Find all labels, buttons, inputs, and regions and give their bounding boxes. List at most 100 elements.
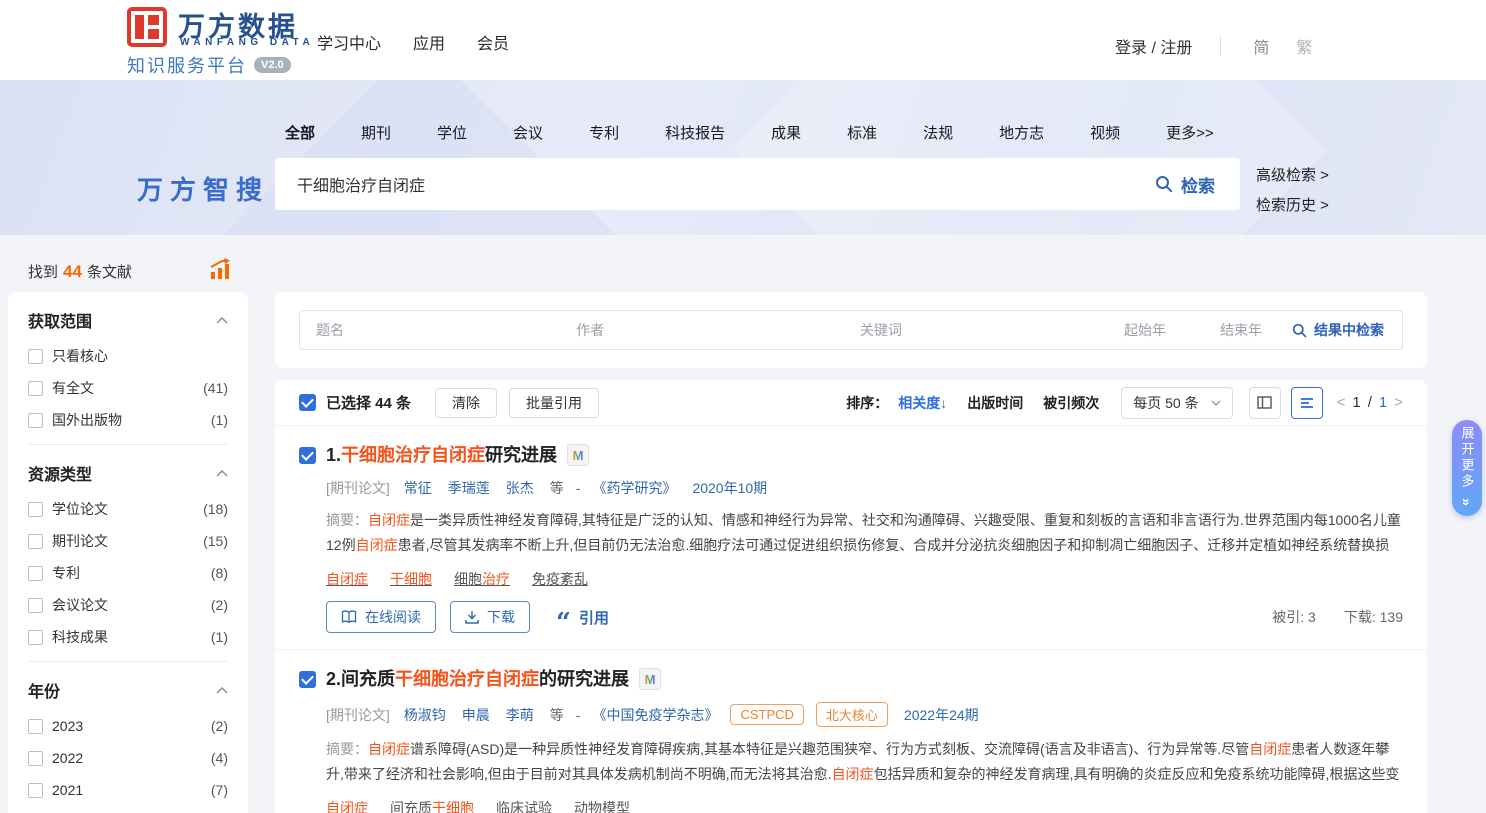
journal-link[interactable]: 《药学研究》: [592, 478, 676, 498]
filter-item-fulltext[interactable]: 有全文 (41): [28, 380, 228, 396]
keyword-highlight: 自闭症: [326, 800, 368, 813]
search-history-link[interactable]: 检索历史 >: [1256, 194, 1329, 215]
checkbox-unchecked[interactable]: [28, 630, 43, 645]
section-header[interactable]: 获取范围: [28, 308, 228, 332]
keyword-link[interactable]: 细胞治疗: [454, 569, 510, 589]
checkbox-unchecked[interactable]: [28, 598, 43, 613]
statistics-chart-icon[interactable]: [208, 258, 232, 282]
sort-relevance[interactable]: 相关度↓: [898, 393, 947, 413]
keyword-link[interactable]: 临床试验: [496, 798, 552, 813]
search-in-results-button[interactable]: 结果中检索: [1292, 320, 1402, 340]
m-badge-letter: M: [645, 672, 656, 687]
filter-item-foreign[interactable]: 国外出版物 (1): [28, 412, 228, 428]
issue-link[interactable]: 2020年10期: [692, 478, 767, 498]
filter-item-tech-achievement[interactable]: 科技成果 (1): [28, 629, 228, 645]
checkbox-unchecked[interactable]: [28, 783, 43, 798]
lang-traditional[interactable]: 繁: [1296, 34, 1312, 58]
title-field[interactable]: [300, 317, 560, 343]
checkbox-unchecked[interactable]: [28, 534, 43, 549]
tab-journal[interactable]: 期刊: [361, 122, 391, 143]
select-all-checkbox[interactable]: [299, 394, 316, 411]
journal-link[interactable]: 《中国免疫学杂志》: [592, 705, 718, 725]
nav-apps[interactable]: 应用: [413, 30, 445, 54]
wanfang-logo-icon[interactable]: [127, 7, 167, 47]
m-badge[interactable]: M: [567, 444, 589, 466]
result-title-link[interactable]: 1.干细胞治疗自闭症研究进展: [326, 442, 557, 468]
advanced-search-link[interactable]: 高级检索 >: [1256, 164, 1329, 185]
list-view-button[interactable]: [1291, 387, 1323, 419]
keyword-link[interactable]: 干细胞: [390, 569, 432, 589]
filter-item-year-2022[interactable]: 2022 (4): [28, 750, 228, 766]
filter-item-core-only[interactable]: 只看核心: [28, 348, 228, 364]
nav-membership[interactable]: 会员: [477, 30, 509, 54]
search-icon: [1155, 175, 1173, 193]
section-header[interactable]: 资源类型: [28, 461, 228, 485]
nav-learning-center[interactable]: 学习中心: [317, 30, 381, 54]
search-input[interactable]: [275, 158, 1130, 210]
result-title-link[interactable]: 2.间充质干细胞治疗自闭症的研究进展: [326, 666, 629, 692]
tab-patent[interactable]: 专利: [589, 122, 619, 143]
tab-all[interactable]: 全部: [285, 122, 315, 143]
tab-regulation[interactable]: 法规: [923, 122, 953, 143]
search-button[interactable]: 检索: [1130, 158, 1240, 210]
author-link[interactable]: 张杰: [506, 478, 534, 498]
filter-item-conference-paper[interactable]: 会议论文 (2): [28, 597, 228, 613]
download-button[interactable]: 下载: [450, 601, 530, 633]
tab-video[interactable]: 视频: [1090, 122, 1120, 143]
keyword-field[interactable]: [844, 317, 1108, 343]
grid-view-button[interactable]: [1249, 387, 1281, 419]
batch-cite-button[interactable]: 批量引用: [509, 388, 599, 418]
tab-more[interactable]: 更多>>: [1166, 122, 1214, 143]
author-link[interactable]: 季瑞莲: [448, 478, 490, 498]
tab-tech-report[interactable]: 科技报告: [665, 122, 725, 143]
filter-item-degree-thesis[interactable]: 学位论文 (18): [28, 501, 228, 517]
result-checkbox[interactable]: [299, 447, 316, 464]
sort-cited-count[interactable]: 被引频次: [1043, 393, 1099, 413]
tab-achievement[interactable]: 成果: [771, 122, 801, 143]
chevron-down-icon: [1211, 400, 1221, 406]
author-link[interactable]: 常征: [404, 478, 432, 498]
next-page-button[interactable]: >: [1394, 394, 1403, 411]
author-link[interactable]: 申晨: [462, 705, 490, 725]
author-link[interactable]: 李萌: [506, 705, 534, 725]
tab-conference[interactable]: 会议: [513, 122, 543, 143]
keyword-link[interactable]: 免疫紊乱: [532, 569, 588, 589]
result-checkbox[interactable]: [299, 671, 316, 688]
keyword-link[interactable]: 间充质干细胞: [390, 798, 474, 813]
checkbox-unchecked[interactable]: [28, 502, 43, 517]
year-to-field[interactable]: [1204, 317, 1292, 343]
section-header[interactable]: 年份: [28, 678, 228, 702]
author-field[interactable]: [560, 317, 844, 343]
filter-item-year-2023[interactable]: 2023 (2): [28, 718, 228, 734]
sort-publish-time[interactable]: 出版时间: [967, 393, 1023, 413]
keyword-link[interactable]: 动物模型: [574, 798, 630, 813]
title-highlight: 干细胞治疗自闭症: [341, 445, 485, 465]
checkbox-unchecked[interactable]: [28, 413, 43, 428]
filter-item-year-2021[interactable]: 2021 (7): [28, 782, 228, 798]
keyword-link[interactable]: 自闭症: [326, 798, 368, 813]
tab-local-chronicle[interactable]: 地方志: [999, 122, 1044, 143]
checkbox-unchecked[interactable]: [28, 349, 43, 364]
checkbox-unchecked[interactable]: [28, 566, 43, 581]
keyword-link[interactable]: 自闭症: [326, 569, 368, 589]
checkbox-unchecked[interactable]: [28, 381, 43, 396]
expand-more-button[interactable]: 展开更多 »: [1452, 420, 1482, 516]
filter-item-journal-paper[interactable]: 期刊论文 (15): [28, 533, 228, 549]
author-link[interactable]: 杨淑钧: [404, 705, 446, 725]
tab-degree[interactable]: 学位: [437, 122, 467, 143]
checkbox-unchecked[interactable]: [28, 751, 43, 766]
clear-button[interactable]: 清除: [435, 388, 497, 418]
m-badge[interactable]: M: [639, 668, 661, 690]
filter-item-patent[interactable]: 专利 (8): [28, 565, 228, 581]
lang-simplified[interactable]: 简: [1253, 34, 1269, 58]
year-from-field[interactable]: [1108, 317, 1204, 343]
issue-link[interactable]: 2022年24期: [904, 705, 979, 725]
read-online-button[interactable]: 在线阅读: [326, 601, 436, 633]
tab-standard[interactable]: 标准: [847, 122, 877, 143]
cite-button[interactable]: “ 引用: [556, 607, 609, 628]
page-size-select[interactable]: 每页 50 条: [1121, 387, 1232, 419]
checkbox-unchecked[interactable]: [28, 719, 43, 734]
login-register-link[interactable]: 登录 / 注册: [1115, 34, 1192, 58]
abstract-highlight: 自闭症: [832, 766, 874, 782]
prev-page-button[interactable]: <: [1337, 394, 1346, 411]
